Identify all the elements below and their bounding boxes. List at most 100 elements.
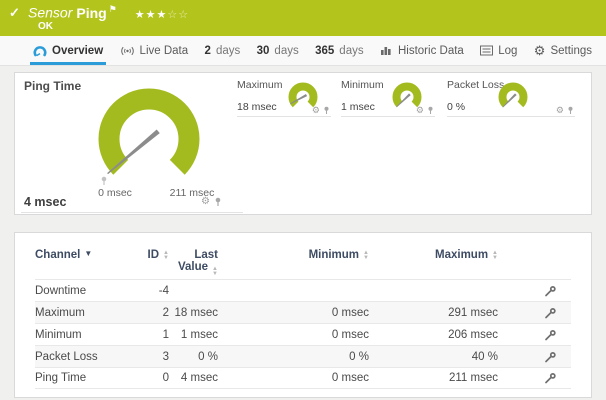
- gauge-pin-icon[interactable]: [427, 106, 434, 115]
- tab-live-data[interactable]: Live Data: [120, 36, 189, 65]
- gauge-settings-icon[interactable]: ⚙: [556, 106, 564, 115]
- priority-stars[interactable]: ★★★☆☆: [135, 9, 189, 21]
- gauge-value: 1 msec: [341, 101, 375, 113]
- tab-label: Historic Data: [398, 45, 464, 57]
- check-icon: ✓: [9, 5, 20, 21]
- gauge-pin-icon[interactable]: [214, 197, 222, 207]
- column-header-maximum[interactable]: Maximum▲▼: [369, 249, 498, 279]
- channel-minimum: 0 msec: [218, 372, 369, 384]
- gauge-actions: ⚙: [416, 106, 434, 115]
- tab-label: Settings: [550, 45, 592, 57]
- channel-id: 1: [135, 329, 169, 341]
- tab-log[interactable]: Log: [480, 36, 517, 65]
- channel-maximum: 206 msec: [369, 329, 498, 341]
- tab-label: days: [216, 45, 240, 57]
- channel-settings-wrench-icon[interactable]: [544, 329, 557, 341]
- table-row[interactable]: Minimum 1 1 msec 0 msec 206 msec: [35, 323, 571, 345]
- sensor-title-line: SensorPing⚑ ★★★☆☆: [28, 4, 189, 21]
- tab-365-days[interactable]: 365 days: [315, 36, 363, 65]
- tab-label: days: [339, 45, 363, 57]
- gauge-icon: [33, 45, 47, 57]
- gauge-actions: ⚙: [556, 106, 574, 115]
- tab-label: days: [274, 45, 298, 57]
- channel-settings-wrench-icon[interactable]: [544, 372, 557, 384]
- tab-label: Live Data: [140, 45, 189, 57]
- tab-overview[interactable]: Overview: [33, 36, 103, 65]
- channel-name: Ping Time: [35, 372, 135, 384]
- gauge-pin-icon[interactable]: [323, 106, 330, 115]
- channel-name: Maximum: [35, 307, 135, 319]
- channel-settings-wrench-icon[interactable]: [544, 307, 557, 319]
- tab-label: Overview: [52, 45, 103, 57]
- tab-bar: Overview Live Data 2days 30days 365days …: [0, 36, 606, 66]
- column-header-channel[interactable]: Channel▼: [35, 249, 135, 279]
- gauge-block-maximum: Maximum 18 msec ⚙: [237, 79, 331, 117]
- status-badge: OK: [38, 21, 53, 32]
- gauge-value: 18 msec: [237, 101, 277, 113]
- channel-last-value: 18 msec: [169, 307, 218, 319]
- channel-table-header: Channel▼ ID▲▼ LastValue▲▼ Minimum▲▼ Maxi…: [35, 233, 571, 279]
- gauge-label: Minimum: [341, 79, 384, 91]
- column-header-last-value[interactable]: LastValue▲▼: [169, 249, 218, 279]
- ping-time-value: 4 msec: [24, 195, 66, 209]
- bar-chart-icon: [380, 45, 393, 56]
- gear-icon: ⚙: [534, 44, 546, 57]
- channel-id: 0: [135, 372, 169, 384]
- tab-number: 30: [257, 45, 270, 57]
- prtg-sensor-page: ✓ SensorPing⚑ ★★★☆☆ OK Overview Live Data…: [0, 0, 606, 400]
- scale-pin-icon: [100, 176, 108, 186]
- channel-last-value: 0 %: [169, 351, 218, 363]
- channel-minimum: 0 msec: [218, 329, 369, 341]
- gauge-label: Maximum: [237, 79, 283, 91]
- channel-minimum: 0 msec: [218, 307, 369, 319]
- gauges-panel: Ping Time 0 msec 211 msec 4 msec ⚙ Maxim…: [14, 72, 592, 215]
- gauge-pin-icon[interactable]: [567, 106, 574, 115]
- table-row[interactable]: Downtime -4: [35, 279, 571, 301]
- tab-30-days[interactable]: 30 days: [257, 36, 299, 65]
- gauge-settings-icon[interactable]: ⚙: [416, 106, 424, 115]
- main-gauge-actions: ⚙: [201, 197, 222, 207]
- channel-settings-wrench-icon[interactable]: [544, 285, 557, 297]
- channel-maximum: 211 msec: [369, 372, 498, 384]
- channel-minimum: 0 %: [218, 351, 369, 363]
- channel-table-panel: Channel▼ ID▲▼ LastValue▲▼ Minimum▲▼ Maxi…: [14, 232, 592, 398]
- flag-icon[interactable]: ⚑: [109, 4, 117, 14]
- stars-filled: ★★★: [135, 9, 168, 21]
- tab-2-days[interactable]: 2 days: [205, 36, 241, 65]
- table-row[interactable]: Ping Time 0 4 msec 0 msec 211 msec: [35, 367, 571, 389]
- tab-settings[interactable]: ⚙ Settings: [534, 36, 592, 65]
- tab-number: 2: [205, 45, 211, 57]
- table-row[interactable]: Maximum 2 18 msec 0 msec 291 msec: [35, 301, 571, 323]
- column-header-id[interactable]: ID▲▼: [135, 249, 169, 279]
- sensor-status-header: ✓ SensorPing⚑ ★★★☆☆ OK: [0, 0, 606, 36]
- channel-last-value: 1 msec: [169, 329, 218, 341]
- channel-last-value: 4 msec: [169, 372, 218, 384]
- gauge-settings-icon[interactable]: ⚙: [201, 197, 210, 207]
- gauge-min-label: 0 msec: [87, 187, 143, 199]
- channel-name: Downtime: [35, 285, 135, 297]
- sort-desc-icon: ▼: [84, 249, 92, 258]
- channel-name: Packet Loss: [35, 351, 135, 363]
- table-row[interactable]: Packet Loss 3 0 % 0 % 40 %: [35, 345, 571, 367]
- ping-time-gauge: [64, 81, 234, 193]
- log-icon: [480, 45, 493, 56]
- channel-settings-wrench-icon[interactable]: [544, 351, 557, 363]
- channel-table: Channel▼ ID▲▼ LastValue▲▼ Minimum▲▼ Maxi…: [15, 233, 591, 389]
- sensor-kind-label: Sensor: [28, 5, 72, 21]
- column-header-minimum[interactable]: Minimum▲▼: [218, 249, 369, 279]
- channel-maximum: 291 msec: [369, 307, 498, 319]
- gauge-block-packet-loss: Packet Loss 0 % ⚙: [447, 79, 575, 117]
- channel-name: Minimum: [35, 329, 135, 341]
- gauge-settings-icon[interactable]: ⚙: [312, 106, 320, 115]
- channel-id: -4: [135, 285, 169, 297]
- page-title: Ping: [76, 5, 106, 21]
- gauge-value: 0 %: [447, 101, 465, 113]
- channel-id: 2: [135, 307, 169, 319]
- gauge-actions: ⚙: [312, 106, 330, 115]
- stars-empty: ☆☆: [167, 9, 189, 21]
- tab-number: 365: [315, 45, 334, 57]
- channel-maximum: 40 %: [369, 351, 498, 363]
- tab-historic-data[interactable]: Historic Data: [380, 36, 464, 65]
- tab-label: Log: [498, 45, 517, 57]
- divider: [21, 212, 243, 213]
